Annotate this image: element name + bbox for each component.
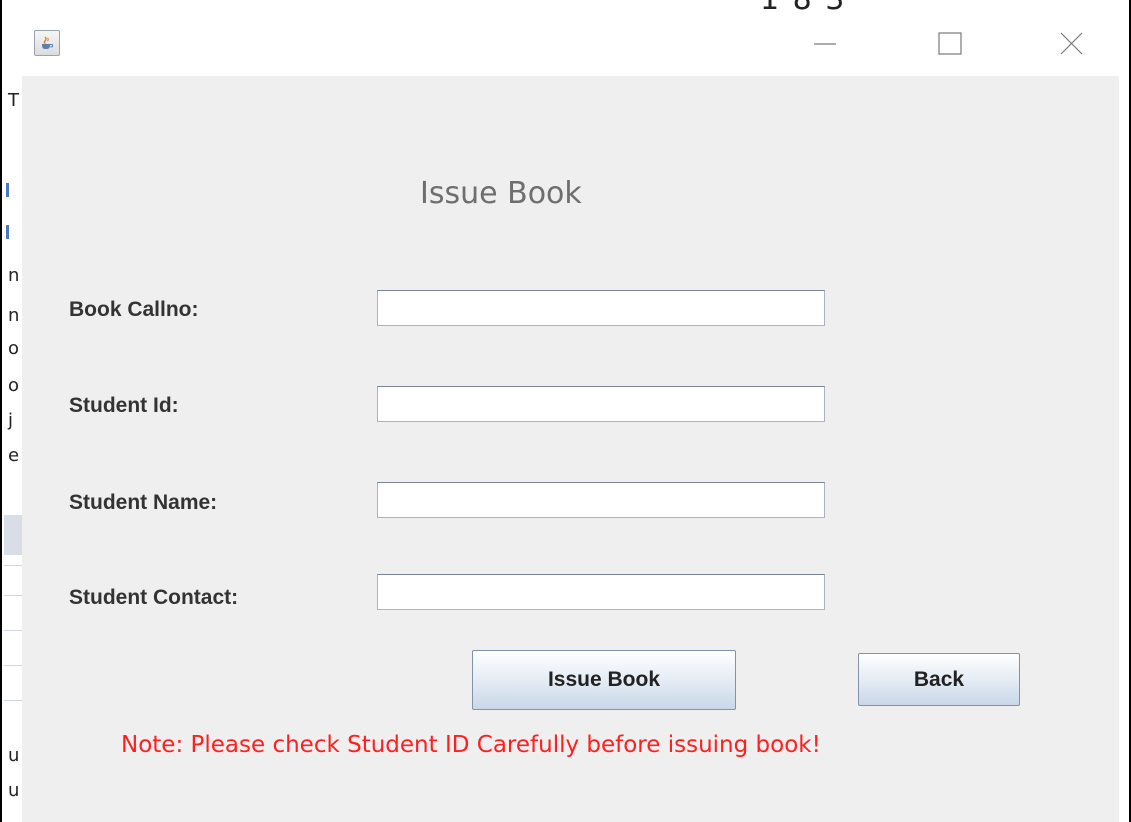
java-cup-icon[interactable]	[34, 30, 60, 56]
back-button[interactable]: Back	[858, 653, 1020, 706]
background-window-strip: T n n o o j e u u	[2, 75, 24, 822]
book-callno-label: Book Callno:	[69, 298, 199, 321]
close-icon[interactable]	[1052, 26, 1092, 62]
issue-book-window: Issue Book Book Callno: Student Id: Stud…	[22, 12, 1119, 822]
issue-book-button[interactable]: Issue Book	[472, 650, 736, 710]
title-bar	[22, 12, 1119, 76]
book-callno-input[interactable]	[377, 290, 825, 326]
student-name-input[interactable]	[377, 482, 825, 518]
student-contact-label: Student Contact:	[69, 586, 239, 609]
student-contact-input[interactable]	[377, 574, 825, 610]
student-id-input[interactable]	[377, 386, 825, 422]
maximize-icon[interactable]	[930, 26, 970, 62]
page-title: Issue Book	[420, 176, 582, 211]
form-panel: Issue Book Book Callno: Student Id: Stud…	[22, 76, 1119, 822]
student-id-label: Student Id:	[69, 394, 179, 417]
warning-note: Note: Please check Student ID Carefully …	[121, 732, 821, 758]
student-name-label: Student Name:	[69, 491, 218, 514]
minimize-icon[interactable]	[806, 26, 846, 62]
